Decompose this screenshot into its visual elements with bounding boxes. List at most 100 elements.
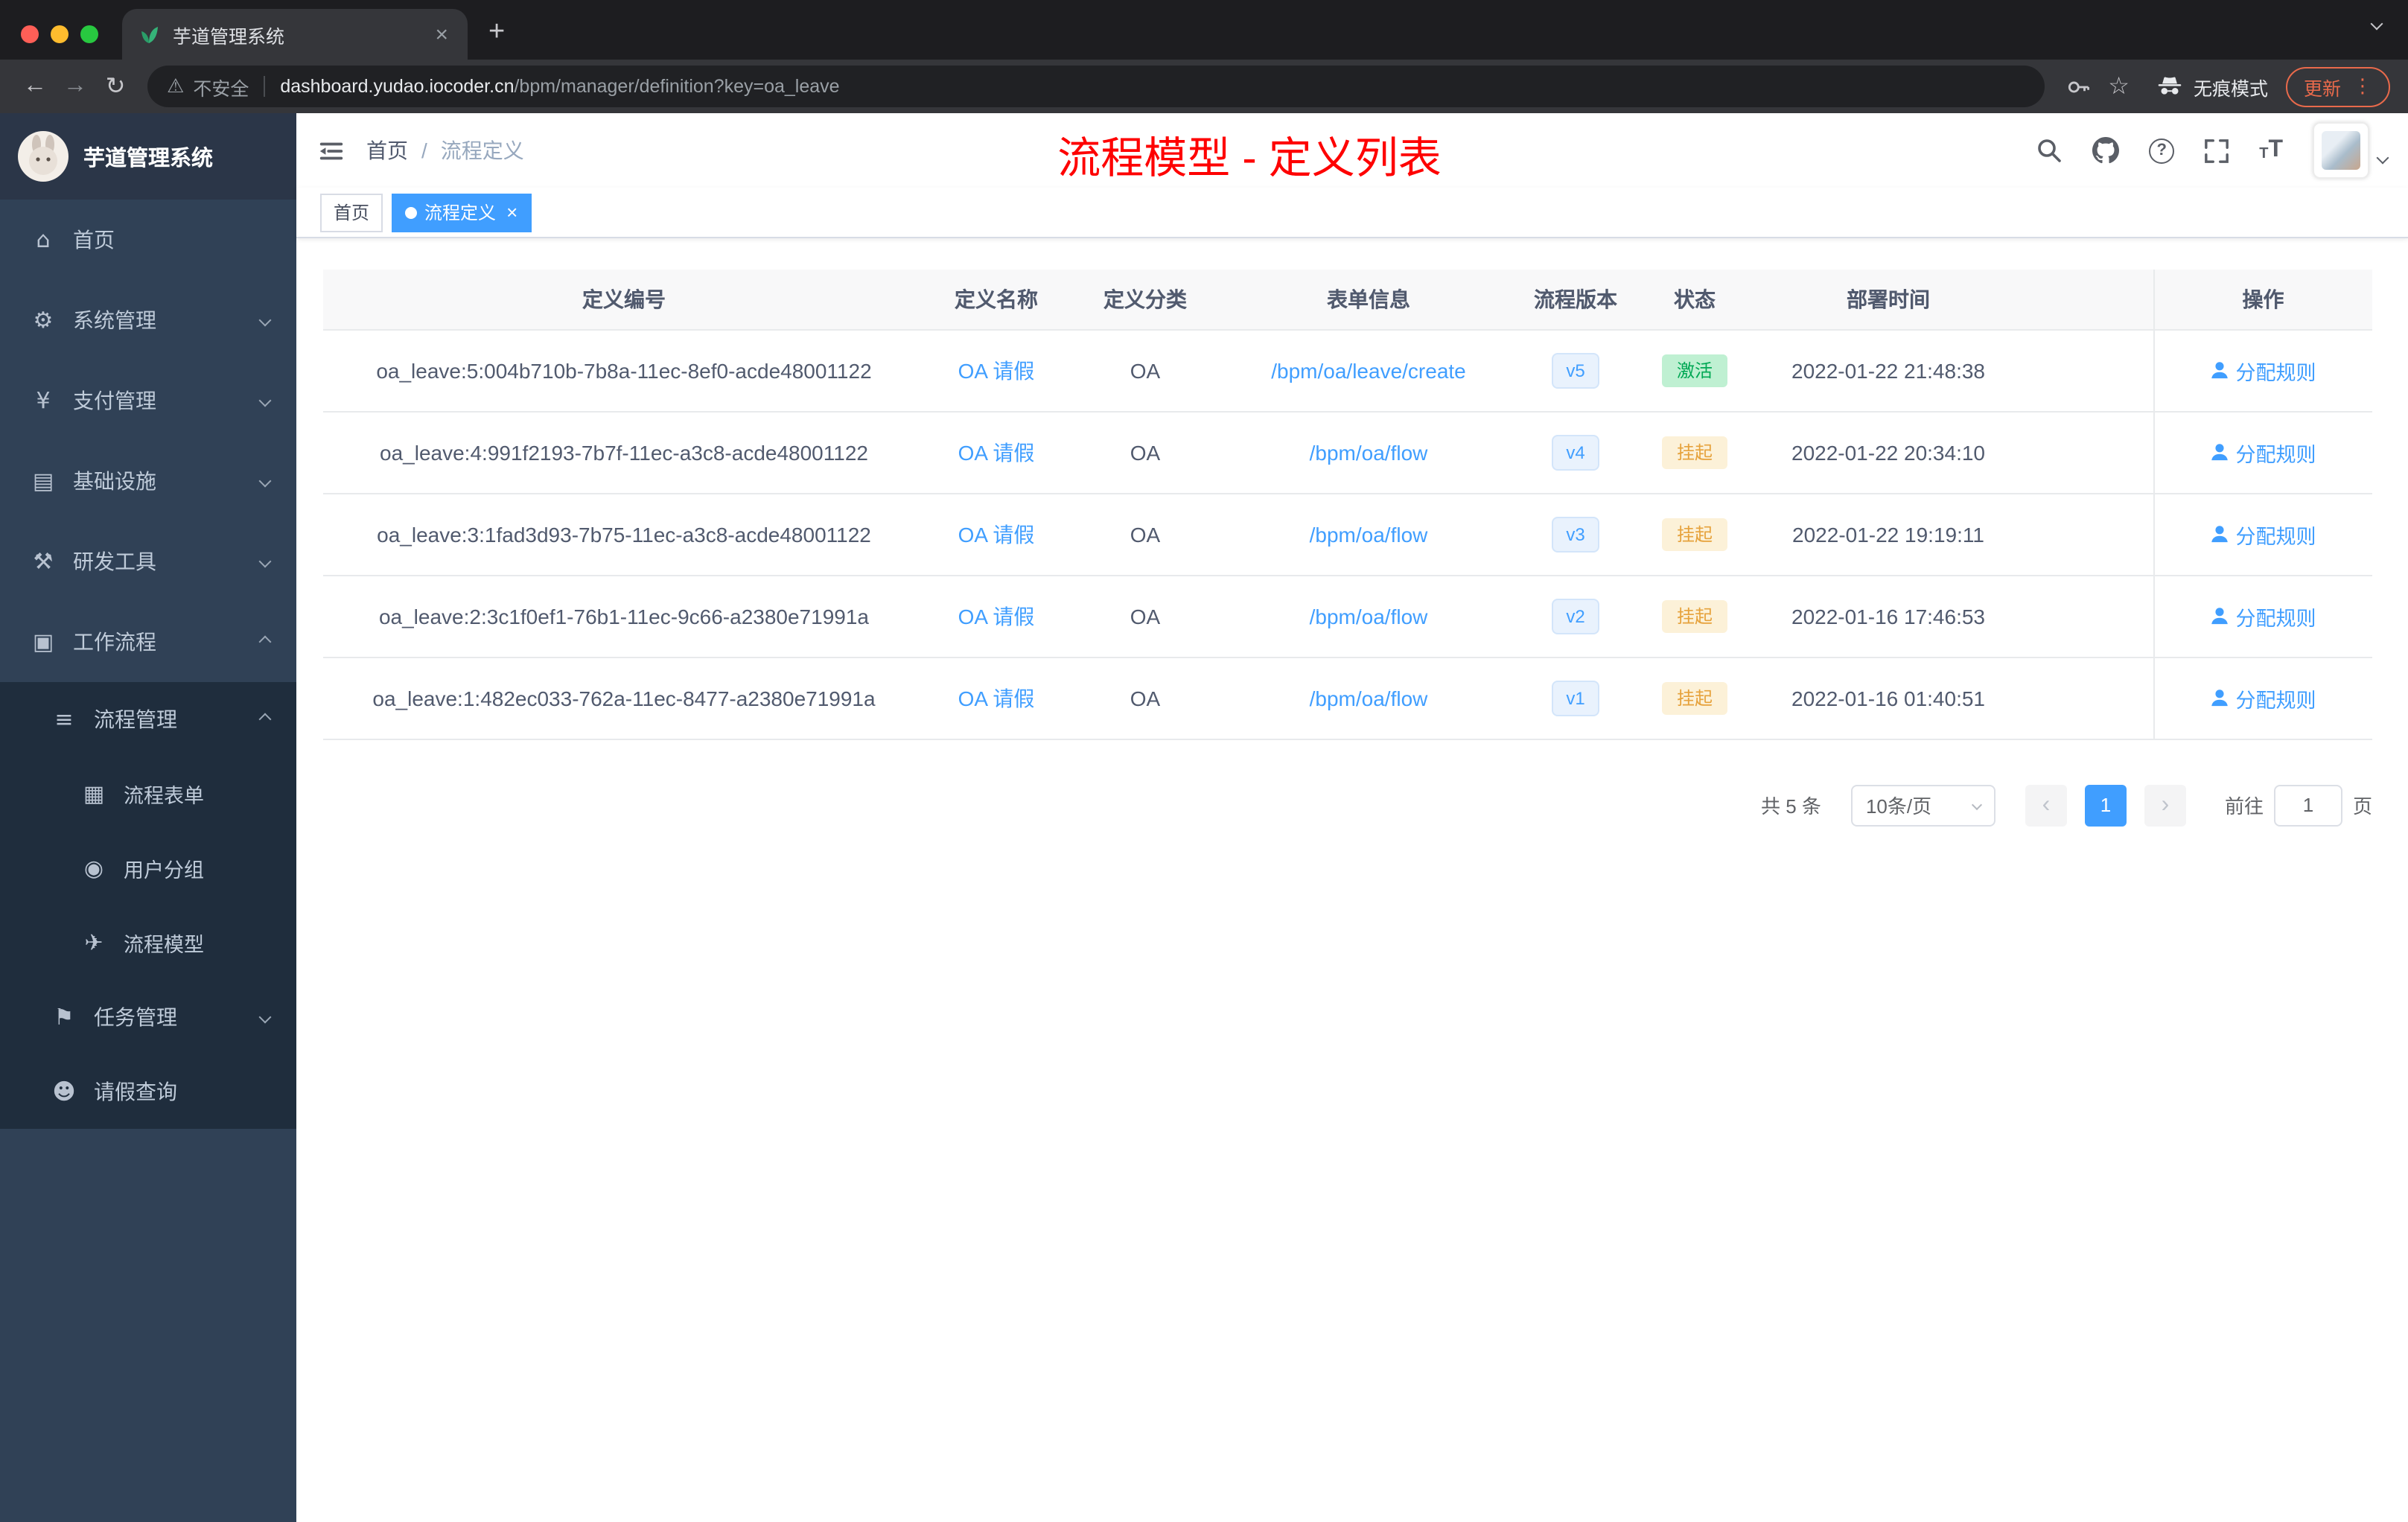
assign-rule-label: 分配规则 bbox=[2235, 607, 2316, 629]
sidebar-item-label: 请假查询 bbox=[94, 1080, 177, 1104]
next-page-button[interactable]: › bbox=[2144, 784, 2186, 826]
assign-rule-link[interactable]: 分配规则 bbox=[2211, 683, 2316, 713]
new-tab-button[interactable]: + bbox=[488, 18, 505, 46]
prev-page-button[interactable]: ‹ bbox=[2025, 784, 2067, 826]
chevron-down-icon bbox=[2370, 17, 2383, 31]
avatar-image bbox=[2322, 131, 2360, 170]
update-chrome-button[interactable]: 更新 ⋮ bbox=[2285, 66, 2390, 106]
chevron-up-icon bbox=[258, 635, 272, 649]
form-info-link[interactable]: /bpm/oa/flow bbox=[1310, 604, 1428, 628]
list-icon: ≡ bbox=[54, 706, 74, 733]
breadcrumb-current: 流程定义 bbox=[440, 138, 524, 162]
col-deploy-time: 部署时间 bbox=[1753, 270, 2024, 330]
definition-table: 定义编号 定义名称 定义分类 表单信息 流程版本 状态 部署时间 操作 oa_l… bbox=[323, 270, 2372, 739]
server-icon: ▤ bbox=[32, 468, 54, 494]
sidebar-item-system-management[interactable]: ⚙ 系统管理 bbox=[0, 280, 296, 360]
browser-menu-icon[interactable]: ⋮ bbox=[2353, 75, 2372, 98]
github-icon[interactable] bbox=[2092, 137, 2120, 164]
window-minimize-button[interactable] bbox=[51, 25, 69, 43]
tag-home[interactable]: 首页 bbox=[320, 193, 383, 232]
chevron-up-icon bbox=[258, 713, 272, 726]
sidebar-item-process-model[interactable]: ✈ 流程模型 bbox=[0, 905, 296, 980]
person-icon bbox=[2211, 608, 2229, 625]
form-info-link[interactable]: /bpm/oa/leave/create bbox=[1271, 358, 1466, 382]
cell-category: OA bbox=[1068, 411, 1223, 494]
address-bar[interactable]: ⚠ 不安全 dashboard.yudao.iocoder.cn /bpm/ma… bbox=[147, 66, 2045, 107]
sidebar-item-home[interactable]: ⌂ 首页 bbox=[0, 200, 296, 280]
sidebar-item-process-form[interactable]: ▦ 流程表单 bbox=[0, 757, 296, 831]
page-size-select[interactable]: 10条/页 bbox=[1850, 784, 1995, 826]
sidebar-item-payment-management[interactable]: ¥ 支付管理 bbox=[0, 360, 296, 441]
assign-rule-link[interactable]: 分配规则 bbox=[2211, 601, 2316, 631]
sidebar-item-dev-tools[interactable]: ⚒ 研发工具 bbox=[0, 521, 296, 602]
font-size-icon[interactable]: TT bbox=[2259, 138, 2283, 162]
assign-rule-label: 分配规则 bbox=[2235, 525, 2316, 547]
goto-page-input[interactable] bbox=[2273, 784, 2342, 826]
form-info-link[interactable]: /bpm/oa/flow bbox=[1310, 440, 1428, 464]
password-key-icon[interactable] bbox=[2065, 74, 2090, 99]
form-info-link[interactable]: /bpm/oa/flow bbox=[1310, 686, 1428, 710]
browser-window: 芋道管理系统 × + ← → ↻ ⚠ 不安全 dashboard.yudao.i… bbox=[0, 0, 2408, 1522]
breadcrumb-separator: / bbox=[421, 138, 427, 162]
tab-search-button[interactable] bbox=[2370, 9, 2383, 36]
reload-button[interactable]: ↻ bbox=[95, 71, 136, 101]
tag-process-definition[interactable]: 流程定义 × bbox=[392, 193, 532, 232]
sidebar-logo: 芋道管理系统 bbox=[0, 113, 296, 200]
assign-rule-link[interactable]: 分配规则 bbox=[2211, 519, 2316, 549]
sidebar-item-label: 首页 bbox=[73, 228, 115, 252]
bookmark-star-icon[interactable]: ☆ bbox=[2108, 71, 2130, 101]
help-icon[interactable]: ? bbox=[2149, 138, 2175, 163]
chevron-down-icon bbox=[258, 474, 272, 488]
back-button[interactable]: ← bbox=[15, 73, 55, 100]
app-title: 芋道管理系统 bbox=[83, 147, 213, 171]
breadcrumb-home-link[interactable]: 首页 bbox=[366, 136, 408, 165]
page-number-button[interactable]: 1 bbox=[2084, 784, 2127, 826]
sidebar-item-task-management[interactable]: ⚑ 任务管理 bbox=[0, 980, 296, 1054]
version-badge: v2 bbox=[1551, 598, 1600, 634]
form-info-link[interactable]: /bpm/oa/flow bbox=[1310, 522, 1428, 546]
briefcase-icon: ▣ bbox=[32, 628, 54, 655]
chevron-down-icon bbox=[1971, 799, 1983, 811]
cell-definition-id: oa_leave:1:482ec033-762a-11ec-8477-a2380… bbox=[323, 657, 925, 739]
cell-spacer bbox=[2024, 657, 2153, 739]
assign-rule-link[interactable]: 分配规则 bbox=[2211, 355, 2316, 385]
update-label: 更新 bbox=[2303, 78, 2341, 99]
form-icon: ▦ bbox=[83, 780, 105, 807]
table-row: oa_leave:2:3c1f0ef1-76b1-11ec-9c66-a2380… bbox=[323, 575, 2372, 657]
sidebar-item-process-management[interactable]: ≡ 流程管理 bbox=[0, 682, 296, 757]
sidebar-item-label: 流程管理 bbox=[94, 707, 177, 731]
incognito-badge: 无痕模式 bbox=[2156, 72, 2268, 101]
definition-name-link[interactable]: OA 请假 bbox=[958, 604, 1035, 628]
table-row: oa_leave:5:004b710b-7b8a-11ec-8ef0-acde4… bbox=[323, 329, 2372, 412]
chevron-down-icon bbox=[258, 1010, 272, 1024]
sidebar-item-workflow[interactable]: ▣ 工作流程 bbox=[0, 602, 296, 682]
hamburger-icon bbox=[319, 141, 343, 159]
window-zoom-button[interactable] bbox=[80, 25, 98, 43]
definition-name-link[interactable]: OA 请假 bbox=[958, 358, 1035, 382]
cell-spacer bbox=[2024, 575, 2153, 657]
search-icon[interactable] bbox=[2036, 137, 2063, 164]
sidebar-item-leave-query[interactable]: ☻ 请假查询 bbox=[0, 1054, 296, 1129]
definition-name-link[interactable]: OA 请假 bbox=[958, 522, 1035, 546]
version-badge: v4 bbox=[1551, 434, 1600, 470]
user-avatar-menu[interactable] bbox=[2313, 122, 2389, 179]
sidebar-toggle-button[interactable] bbox=[296, 136, 366, 165]
sidebar-item-infrastructure[interactable]: ▤ 基础设施 bbox=[0, 441, 296, 521]
assign-rule-link[interactable]: 分配规则 bbox=[2211, 437, 2316, 467]
tab-close-button[interactable]: × bbox=[430, 23, 453, 45]
window-close-button[interactable] bbox=[21, 25, 39, 43]
forward-button[interactable]: → bbox=[55, 73, 95, 100]
person-icon bbox=[2211, 362, 2229, 379]
fullscreen-icon[interactable] bbox=[2204, 138, 2229, 163]
browser-tab[interactable]: 芋道管理系统 × bbox=[122, 9, 468, 60]
status-badge: 挂起 bbox=[1661, 436, 1727, 468]
security-label: 不安全 bbox=[193, 78, 249, 99]
definition-name-link[interactable]: OA 请假 bbox=[958, 686, 1035, 710]
definition-name-link[interactable]: OA 请假 bbox=[958, 440, 1035, 464]
tag-close-icon[interactable]: × bbox=[506, 203, 517, 222]
question-mark: ? bbox=[2149, 138, 2175, 163]
sidebar-item-label: 工作流程 bbox=[73, 630, 156, 654]
sidebar-item-user-group[interactable]: ◉ 用户分组 bbox=[0, 831, 296, 905]
incognito-label: 无痕模式 bbox=[2193, 78, 2268, 99]
col-operations: 操作 bbox=[2153, 270, 2372, 330]
